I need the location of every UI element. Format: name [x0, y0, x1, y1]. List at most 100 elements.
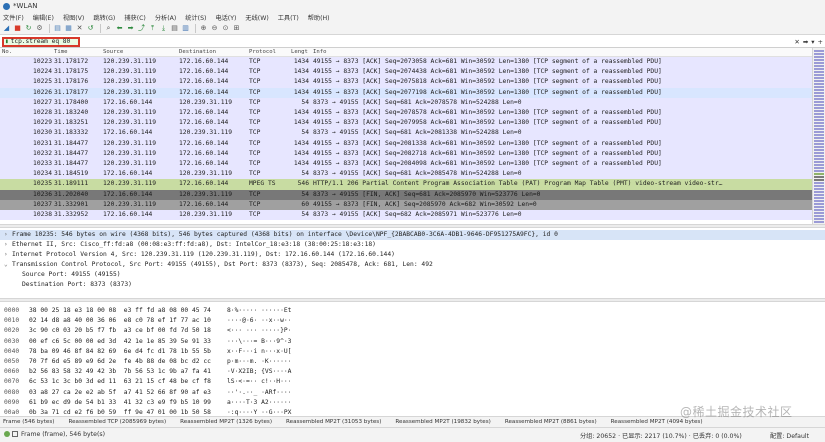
column-header[interactable]: Info — [313, 49, 326, 55]
expand-toggle-icon[interactable]: ⌄ — [4, 260, 12, 270]
bytes-hex[interactable]: 78 ba 09 46 8f 84 82 69 6e d4 fc d1 78 1… — [29, 347, 211, 357]
zoom-out-icon[interactable]: ⊖ — [210, 24, 219, 33]
packet-minimap-scrollbar[interactable] — [812, 48, 825, 224]
packet-row[interactable]: 10231 31.184477 120.239.31.119 172.16.60.14… — [0, 138, 812, 149]
packet-row[interactable]: 10237 31.332901 120.239.31.119 172.16.60.14… — [0, 199, 812, 210]
bytes-hex[interactable]: b2 56 83 58 32 49 42 3b 7b 56 53 1c 9b a… — [29, 367, 211, 377]
packet-row[interactable]: 10233 31.184477 120.239.31.119 172.16.60.14… — [0, 159, 812, 170]
capture-status-icon[interactable] — [4, 431, 10, 437]
apply-filter-icon[interactable]: ➡ — [803, 38, 808, 46]
edit-comment-icon[interactable] — [12, 431, 18, 437]
packet-row[interactable]: 10224 31.178175 120.239.31.119 172.16.60.14… — [0, 67, 812, 78]
menu-item[interactable]: 工具(T) — [278, 13, 299, 22]
column-header[interactable]: Time — [54, 49, 67, 55]
menu-item[interactable]: 文件(F) — [3, 13, 24, 22]
go-first-icon[interactable]: ⤒ — [148, 24, 157, 33]
packet-row[interactable]: 10234 31.184519 172.16.60.144 120.239.31.11… — [0, 169, 812, 180]
menu-item[interactable]: 分析(A) — [155, 13, 176, 22]
resize-columns-icon[interactable]: ⊞ — [232, 24, 241, 33]
shark-fin-icon[interactable]: ◢ — [2, 24, 11, 33]
bytes-hex[interactable]: 02 14 d8 a8 40 00 36 06 e8 c0 78 ef 1f 7… — [29, 316, 211, 326]
bytes-ascii[interactable]: 8·%····· ······Et — [227, 306, 291, 316]
bytes-ascii[interactable]: ·:q····Y ··G···PX — [227, 408, 291, 416]
bytes-tab[interactable]: Reassembled MP2T (1326 bytes) — [180, 419, 272, 425]
bytes-tab[interactable]: Reassembled TCP (2085969 bytes) — [68, 419, 166, 425]
bytes-ascii[interactable]: ···\···= B···9^·3 — [227, 337, 291, 347]
bytes-tab[interactable]: Reassembled MP2T (31053 bytes) — [286, 419, 381, 425]
detail-row[interactable]: Destination Port: 8373 (8373) — [0, 280, 825, 290]
display-filter-input[interactable]: ▮ tcp.stream eq 80 — [2, 37, 80, 47]
packet-row[interactable]: 10223 31.178172 120.239.31.119 172.16.60.14… — [0, 57, 812, 68]
packet-row[interactable]: 10232 31.184477 120.239.31.119 172.16.60.14… — [0, 148, 812, 159]
menu-item[interactable]: 跳转(G) — [93, 13, 115, 22]
close-file-icon[interactable]: ✕ — [75, 24, 84, 33]
bytes-ascii[interactable]: ··'·.··_ ·ARf···· — [227, 388, 291, 398]
menu-item[interactable]: 电话(Y) — [215, 13, 236, 22]
packet-row[interactable]: 10229 31.183251 120.239.31.119 172.16.60.14… — [0, 118, 812, 129]
packet-row[interactable]: 10236 31.202040 172.16.60.144 120.239.31.11… — [0, 189, 812, 200]
go-last-icon[interactable]: ⤓ — [159, 24, 168, 33]
detail-row[interactable]: › Internet Protocol Version 4, Src: 120.2… — [0, 250, 825, 260]
bookmark-icon[interactable]: ▮ — [5, 39, 9, 45]
bytes-hex[interactable]: 61 b9 ec d9 de 54 b1 33 41 32 c3 e9 f9 b… — [29, 398, 211, 408]
menu-item[interactable]: 无线(W) — [245, 13, 268, 22]
packet-row[interactable]: 10225 31.178176 120.239.31.119 172.16.60.14… — [0, 77, 812, 88]
menu-item[interactable]: 帮助(H) — [308, 13, 330, 22]
packet-row[interactable]: 10238 31.332952 172.16.60.144 120.239.31.11… — [0, 210, 812, 221]
autoscroll-icon[interactable]: ▤ — [170, 24, 179, 33]
reload-file-icon[interactable]: ↺ — [86, 24, 95, 33]
menu-item[interactable]: 统计(S) — [185, 13, 206, 22]
bytes-ascii[interactable]: a····T·3 A2······ — [227, 398, 291, 408]
packet-row[interactable]: 10227 31.178400 172.16.60.144 120.239.31.11… — [0, 97, 812, 108]
bytes-hex[interactable]: 00 ef c6 5c 00 00 ed 3d 42 1e 1e 85 39 5… — [29, 337, 211, 347]
open-file-icon[interactable]: ▤ — [53, 24, 62, 33]
menu-item[interactable]: 编辑(E) — [33, 13, 54, 22]
packet-row[interactable]: 10226 31.178177 120.239.31.119 172.16.60.14… — [0, 87, 812, 98]
go-forward-icon[interactable]: ➡ — [126, 24, 135, 33]
pane-splitter[interactable] — [0, 298, 825, 302]
packet-row[interactable]: 10228 31.183240 120.239.31.119 172.16.60.14… — [0, 108, 812, 119]
bytes-ascii[interactable]: ····@·6· ··x··w·· — [227, 316, 291, 326]
bytes-ascii[interactable]: <··· ··· ·····}P· — [227, 326, 291, 336]
colorize-icon[interactable]: ▥ — [181, 24, 190, 33]
bytes-ascii[interactable]: p·m···m. ·K······ — [227, 357, 291, 367]
menu-item[interactable]: 视图(V) — [63, 13, 84, 22]
bytes-hex[interactable]: 03 a8 27 ca 2e e2 ab 5f a7 41 52 66 8f 9… — [29, 388, 211, 398]
clear-filter-icon[interactable]: ✕ — [794, 38, 799, 46]
status-profile[interactable]: 配置: Default — [770, 431, 809, 440]
packet-list[interactable]: No. Time Source Destination Protocol Lengt Inf… — [0, 48, 825, 224]
expand-toggle-icon[interactable]: › — [4, 250, 12, 260]
column-header[interactable]: Source — [103, 49, 123, 55]
bytes-hex[interactable]: 38 00 25 18 e3 18 00 08 e3 ff fd a8 08 0… — [29, 306, 211, 316]
capture-options-icon[interactable]: ⚙ — [35, 24, 44, 33]
bytes-ascii[interactable]: ·V·X2IB; {VS····A — [227, 367, 291, 377]
column-header[interactable]: Destination — [179, 49, 216, 55]
bytes-hex[interactable]: 3c 90 c0 03 20 b5 f7 fb a3 ce bf 00 fd 7… — [29, 326, 211, 336]
save-file-icon[interactable]: ▦ — [64, 24, 73, 33]
bytes-tab[interactable]: Reassembled MP2T (8861 bytes) — [505, 419, 597, 425]
stop-capture-icon[interactable]: ■ — [13, 24, 22, 33]
packet-row[interactable]: 10235 31.189111 120.239.31.119 172.16.60.14… — [0, 179, 812, 190]
detail-row[interactable]: › Ethernet II, Src: Cisco_ff:fd:a8 (00:08… — [0, 240, 825, 250]
go-to-packet-icon[interactable]: ⤴ — [137, 24, 146, 33]
bytes-hex[interactable]: 6c 53 1c 3c b0 3d ed 11 63 21 15 cf 48 b… — [29, 377, 211, 387]
bytes-hex[interactable]: 0b 3a 71 cd e2 f6 b0 59 ff 9e 47 01 00 1… — [29, 408, 211, 416]
packet-row[interactable]: 10230 31.183332 172.16.60.144 120.239.31.11… — [0, 128, 812, 139]
bytes-ascii[interactable]: lS·<·=·· c!··H··· — [227, 377, 291, 387]
column-header[interactable]: Protocol — [249, 49, 276, 55]
find-packet-icon[interactable]: ⌕ — [104, 24, 113, 33]
expand-toggle-icon[interactable]: › — [4, 240, 12, 250]
packet-bytes-pane[interactable]: 0000 38 00 25 18 e3 18 00 08 e3 ff fd a8 … — [0, 303, 825, 416]
bytes-ascii[interactable]: x··F···i n···x·U[ — [227, 347, 291, 357]
bytes-tab[interactable]: Frame (546 bytes) — [3, 419, 54, 425]
menu-item[interactable]: 捕获(C) — [124, 13, 146, 22]
zoom-in-icon[interactable]: ⊕ — [199, 24, 208, 33]
expand-toggle-icon[interactable]: › — [4, 230, 12, 240]
zoom-reset-icon[interactable]: ⊙ — [221, 24, 230, 33]
restart-capture-icon[interactable]: ↻ — [24, 24, 33, 33]
bytes-hex[interactable]: 70 7f 6d e5 89 e9 6d 2e fe 4b 88 de 08 b… — [29, 357, 211, 367]
filter-history-icon[interactable]: ▾ — [811, 38, 814, 46]
go-back-icon[interactable]: ⬅ — [115, 24, 124, 33]
detail-row[interactable]: Source Port: 49155 (49155) — [0, 270, 825, 280]
packet-details-tree[interactable]: › Frame 10235: 546 bytes on wire (4368 bi… — [0, 228, 825, 298]
